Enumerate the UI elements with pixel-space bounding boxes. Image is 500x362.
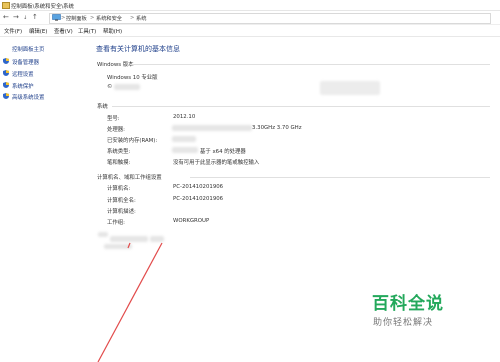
watermark-slogan: 助你轻松解决 xyxy=(373,318,434,328)
watermark-logo-icon xyxy=(343,291,369,317)
watermark-brand: 百科全说 xyxy=(372,294,444,314)
